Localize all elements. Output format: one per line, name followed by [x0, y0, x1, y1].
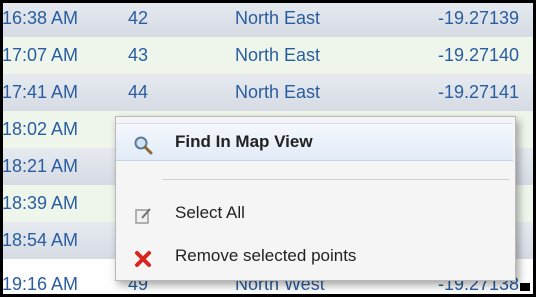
time-cell: 17:07 AM	[2, 45, 79, 65]
time-cell: 18:54 AM	[2, 230, 79, 250]
id-cell: 43	[128, 45, 149, 65]
id-cell: 42	[128, 8, 149, 28]
context-menu: Find In Map View Select All Remove selec…	[115, 116, 516, 281]
menu-item-label: Select All	[175, 203, 245, 222]
red-x-icon	[133, 246, 153, 267]
magnifier-icon	[133, 132, 153, 155]
menu-separator	[162, 179, 509, 180]
table-row[interactable]: 17:41 AM 44 North East -19.27141	[0, 74, 536, 111]
time-cell: 18:21 AM	[2, 156, 79, 176]
time-cell: 18:39 AM	[2, 193, 79, 213]
table-row[interactable]: 17:07 AM 43 North East -19.27140	[0, 37, 536, 74]
time-cell: 17:41 AM	[2, 82, 79, 102]
id-cell: 44	[128, 82, 149, 102]
select-all-menu-item[interactable]: Select All	[116, 195, 513, 231]
select-all-icon	[133, 203, 153, 224]
table-row[interactable]: 16:38 AM 42 North East -19.27139	[0, 0, 536, 37]
corner-mark	[520, 283, 530, 291]
time-cell: 18:02 AM	[2, 119, 79, 139]
remove-selected-points-menu-item[interactable]: Remove selected points	[116, 238, 513, 274]
coordinate-cell: -19.27141	[438, 82, 520, 102]
direction-cell: North East	[235, 82, 321, 102]
coordinate-cell: -19.27140	[438, 45, 520, 65]
find-in-map-view-menu-item[interactable]: Find In Map View	[116, 123, 513, 161]
menu-item-label: Remove selected points	[175, 246, 357, 265]
direction-cell: North East	[235, 45, 321, 65]
direction-cell: North East	[235, 8, 321, 28]
coordinate-cell: -19.27139	[438, 8, 520, 28]
menu-item-label: Find In Map View	[175, 132, 313, 151]
time-cell: 19:16 AM	[2, 274, 79, 294]
time-cell: 16:38 AM	[2, 8, 79, 28]
